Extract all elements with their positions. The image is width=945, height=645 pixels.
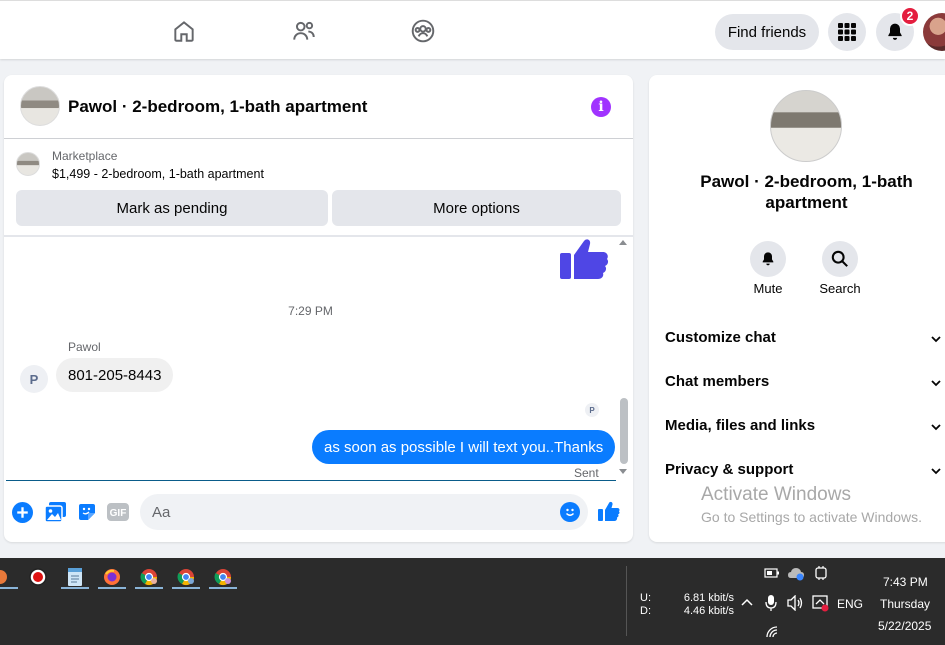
- add-plus-icon[interactable]: [11, 501, 33, 523]
- incoming-message-bubble[interactable]: 801-205-8443: [56, 358, 174, 392]
- listing-avatar[interactable]: [770, 90, 842, 162]
- details-title: Pawol · 2-bedroom, 1-bath apartment: [700, 172, 913, 212]
- read-receipt-avatar: P: [585, 403, 599, 417]
- privacy-support-section[interactable]: Privacy & support: [665, 461, 793, 478]
- volume-icon[interactable]: [787, 595, 805, 611]
- sent-status: Sent: [574, 466, 599, 480]
- cloud-sync-icon[interactable]: [787, 566, 805, 582]
- mute-bell-icon[interactable]: [750, 241, 786, 277]
- sender-name: Pawol: [68, 340, 101, 354]
- friends-icon[interactable]: [290, 17, 318, 45]
- photo-gallery-icon[interactable]: [44, 501, 66, 523]
- search-label: Search: [819, 281, 861, 296]
- mute-label: Mute: [753, 281, 783, 296]
- message-input[interactable]: [140, 494, 588, 530]
- outgoing-message-bubble[interactable]: as soon as possible I will text you..Tha…: [312, 430, 616, 464]
- groups-icon[interactable]: [409, 17, 437, 45]
- device-status-icon[interactable]: [813, 565, 829, 581]
- app-running-indicator: [209, 587, 237, 589]
- upload-label: U:: [640, 592, 651, 604]
- chevron-down-icon[interactable]: [931, 466, 941, 476]
- gif-icon[interactable]: GIF: [107, 501, 129, 523]
- search-icon[interactable]: [822, 241, 858, 277]
- chevron-down-icon[interactable]: [931, 422, 941, 432]
- download-label: D:: [640, 605, 651, 617]
- find-friends-button[interactable]: Find friends: [715, 14, 819, 50]
- battery-icon[interactable]: [764, 567, 780, 579]
- wifi-icon[interactable]: [766, 626, 780, 638]
- thumbs-up-sticker-icon: [558, 237, 610, 286]
- chat-members-section[interactable]: Chat members: [665, 373, 769, 390]
- app-running-indicator: [61, 587, 89, 589]
- clock-day[interactable]: Thursday: [880, 597, 930, 611]
- chat-details-panel: Pawol · 2-bedroom, 1-bath apartment Mute…: [649, 75, 945, 542]
- chat-panel: Pawol · 2-bedroom, 1-bath apartment i Ma…: [4, 75, 633, 542]
- chevron-up-icon[interactable]: [741, 598, 753, 606]
- windows-taskbar: U: D: 6.81 kbit/s 4.46 kbit/s ENG 7:43 P…: [0, 558, 945, 645]
- chevron-down-icon[interactable]: [931, 378, 941, 388]
- composer-divider: [6, 480, 616, 481]
- sticker-icon[interactable]: [76, 501, 98, 523]
- app-running-indicator: [98, 587, 126, 589]
- mark-as-pending-button[interactable]: Mark as pending: [16, 190, 328, 226]
- like-thumbs-up-icon[interactable]: [598, 500, 620, 522]
- chat-title[interactable]: Pawol · 2-bedroom, 1-bath apartment: [68, 97, 367, 117]
- marketplace-thumbnail[interactable]: [16, 152, 40, 176]
- profile-avatar[interactable]: [923, 13, 945, 51]
- microphone-icon[interactable]: [765, 594, 777, 612]
- upload-speed: 6.81 kbit/s: [683, 592, 734, 604]
- download-speed: 4.46 kbit/s: [683, 605, 734, 617]
- scrollbar-thumb[interactable]: [620, 398, 628, 464]
- clock-time[interactable]: 7:43 PM: [883, 575, 928, 589]
- chat-header: Pawol · 2-bedroom, 1-bath apartment i: [4, 75, 633, 139]
- listing-price[interactable]: $1,499 - 2-bedroom, 1-bath apartment: [52, 167, 264, 181]
- info-icon[interactable]: i: [591, 97, 611, 117]
- menu-grid-icon[interactable]: [828, 13, 866, 51]
- listing-thumbnail[interactable]: [20, 86, 60, 126]
- emoji-icon[interactable]: [560, 502, 580, 522]
- more-options-button[interactable]: More options: [332, 190, 621, 226]
- screen-recorder-icon[interactable]: [24, 564, 52, 590]
- notification-count-badge: 2: [900, 6, 920, 26]
- gif-label: GIF: [110, 508, 127, 519]
- active-app-indicator: [0, 587, 18, 589]
- scroll-down-arrow-icon[interactable]: [619, 469, 627, 474]
- taskbar-separator: [626, 566, 627, 636]
- activate-windows-subtext: Go to Settings to activate Windows.: [701, 509, 922, 525]
- message-timestamp: 7:29 PM: [288, 304, 333, 318]
- app-running-indicator: [172, 587, 200, 589]
- customize-chat-section[interactable]: Customize chat: [665, 329, 776, 346]
- chevron-down-icon[interactable]: [931, 334, 941, 344]
- language-indicator[interactable]: ENG: [837, 597, 863, 611]
- network-warning-icon[interactable]: [811, 594, 829, 612]
- marketplace-label: Marketplace: [52, 149, 118, 163]
- media-files-links-section[interactable]: Media, files and links: [665, 417, 815, 434]
- scroll-up-arrow-icon[interactable]: [619, 240, 627, 245]
- top-navigation-bar: Find friends 2: [0, 0, 945, 59]
- app-running-indicator: [135, 587, 163, 589]
- home-icon[interactable]: [170, 17, 198, 45]
- activate-windows-watermark: Activate Windows: [701, 484, 851, 505]
- clock-date[interactable]: 5/22/2025: [878, 619, 931, 633]
- divider: [4, 235, 633, 237]
- sender-avatar[interactable]: P: [20, 365, 48, 393]
